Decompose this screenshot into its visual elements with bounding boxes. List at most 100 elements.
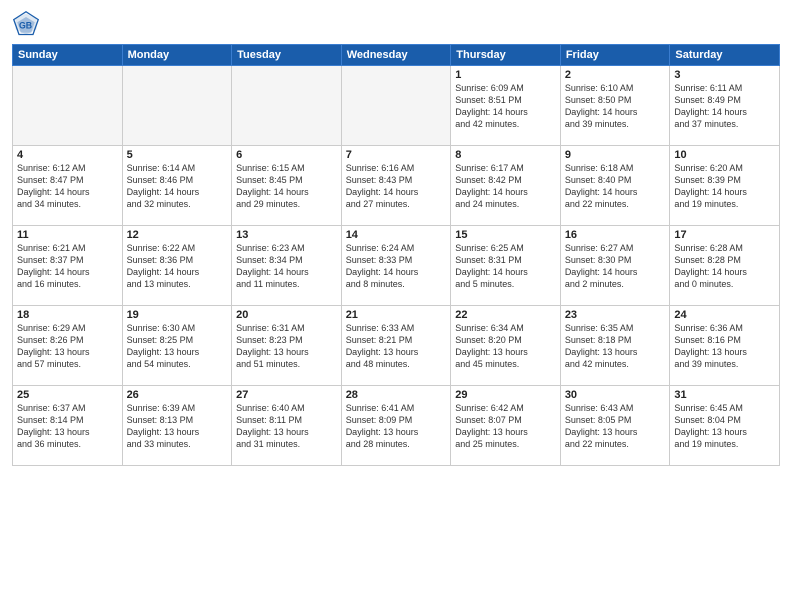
- day-number: 8: [455, 149, 556, 161]
- day-detail: Sunrise: 6:45 AM Sunset: 8:04 PM Dayligh…: [674, 402, 775, 451]
- day-number: 13: [236, 229, 337, 241]
- calendar-cell: [341, 66, 451, 146]
- day-number: 14: [346, 229, 447, 241]
- calendar-cell: 8Sunrise: 6:17 AM Sunset: 8:42 PM Daylig…: [451, 146, 561, 226]
- day-number: 15: [455, 229, 556, 241]
- day-detail: Sunrise: 6:18 AM Sunset: 8:40 PM Dayligh…: [565, 162, 666, 211]
- day-detail: Sunrise: 6:43 AM Sunset: 8:05 PM Dayligh…: [565, 402, 666, 451]
- calendar-cell: 2Sunrise: 6:10 AM Sunset: 8:50 PM Daylig…: [560, 66, 670, 146]
- calendar-cell: 16Sunrise: 6:27 AM Sunset: 8:30 PM Dayli…: [560, 226, 670, 306]
- day-detail: Sunrise: 6:31 AM Sunset: 8:23 PM Dayligh…: [236, 322, 337, 371]
- day-number: 16: [565, 229, 666, 241]
- weekday-header-sunday: Sunday: [13, 45, 123, 66]
- day-number: 17: [674, 229, 775, 241]
- day-detail: Sunrise: 6:29 AM Sunset: 8:26 PM Dayligh…: [17, 322, 118, 371]
- day-detail: Sunrise: 6:10 AM Sunset: 8:50 PM Dayligh…: [565, 82, 666, 131]
- calendar-cell: 23Sunrise: 6:35 AM Sunset: 8:18 PM Dayli…: [560, 306, 670, 386]
- calendar-cell: 30Sunrise: 6:43 AM Sunset: 8:05 PM Dayli…: [560, 386, 670, 466]
- calendar-cell: 5Sunrise: 6:14 AM Sunset: 8:46 PM Daylig…: [122, 146, 232, 226]
- calendar-cell: 29Sunrise: 6:42 AM Sunset: 8:07 PM Dayli…: [451, 386, 561, 466]
- calendar-cell: 20Sunrise: 6:31 AM Sunset: 8:23 PM Dayli…: [232, 306, 342, 386]
- calendar-cell: 4Sunrise: 6:12 AM Sunset: 8:47 PM Daylig…: [13, 146, 123, 226]
- day-number: 19: [127, 309, 228, 321]
- day-number: 1: [455, 69, 556, 81]
- calendar-cell: 10Sunrise: 6:20 AM Sunset: 8:39 PM Dayli…: [670, 146, 780, 226]
- day-detail: Sunrise: 6:21 AM Sunset: 8:37 PM Dayligh…: [17, 242, 118, 291]
- calendar-cell: 25Sunrise: 6:37 AM Sunset: 8:14 PM Dayli…: [13, 386, 123, 466]
- day-detail: Sunrise: 6:33 AM Sunset: 8:21 PM Dayligh…: [346, 322, 447, 371]
- day-detail: Sunrise: 6:24 AM Sunset: 8:33 PM Dayligh…: [346, 242, 447, 291]
- day-number: 25: [17, 389, 118, 401]
- day-number: 12: [127, 229, 228, 241]
- day-detail: Sunrise: 6:28 AM Sunset: 8:28 PM Dayligh…: [674, 242, 775, 291]
- day-detail: Sunrise: 6:23 AM Sunset: 8:34 PM Dayligh…: [236, 242, 337, 291]
- day-number: 6: [236, 149, 337, 161]
- weekday-header-tuesday: Tuesday: [232, 45, 342, 66]
- calendar-cell: 15Sunrise: 6:25 AM Sunset: 8:31 PM Dayli…: [451, 226, 561, 306]
- calendar-cell: 6Sunrise: 6:15 AM Sunset: 8:45 PM Daylig…: [232, 146, 342, 226]
- day-detail: Sunrise: 6:36 AM Sunset: 8:16 PM Dayligh…: [674, 322, 775, 371]
- day-number: 2: [565, 69, 666, 81]
- day-number: 24: [674, 309, 775, 321]
- calendar-cell: 13Sunrise: 6:23 AM Sunset: 8:34 PM Dayli…: [232, 226, 342, 306]
- calendar-cell: 3Sunrise: 6:11 AM Sunset: 8:49 PM Daylig…: [670, 66, 780, 146]
- day-number: 31: [674, 389, 775, 401]
- weekday-header-thursday: Thursday: [451, 45, 561, 66]
- day-number: 26: [127, 389, 228, 401]
- day-number: 29: [455, 389, 556, 401]
- day-detail: Sunrise: 6:30 AM Sunset: 8:25 PM Dayligh…: [127, 322, 228, 371]
- logo-icon: GB: [12, 10, 40, 38]
- calendar-cell: [13, 66, 123, 146]
- day-number: 18: [17, 309, 118, 321]
- calendar-week-3: 11Sunrise: 6:21 AM Sunset: 8:37 PM Dayli…: [13, 226, 780, 306]
- calendar-cell: 11Sunrise: 6:21 AM Sunset: 8:37 PM Dayli…: [13, 226, 123, 306]
- day-number: 20: [236, 309, 337, 321]
- calendar-cell: [122, 66, 232, 146]
- calendar-cell: 18Sunrise: 6:29 AM Sunset: 8:26 PM Dayli…: [13, 306, 123, 386]
- calendar-week-4: 18Sunrise: 6:29 AM Sunset: 8:26 PM Dayli…: [13, 306, 780, 386]
- weekday-header-friday: Friday: [560, 45, 670, 66]
- day-number: 22: [455, 309, 556, 321]
- day-detail: Sunrise: 6:16 AM Sunset: 8:43 PM Dayligh…: [346, 162, 447, 211]
- day-number: 4: [17, 149, 118, 161]
- day-number: 9: [565, 149, 666, 161]
- day-detail: Sunrise: 6:09 AM Sunset: 8:51 PM Dayligh…: [455, 82, 556, 131]
- calendar-cell: [232, 66, 342, 146]
- day-detail: Sunrise: 6:35 AM Sunset: 8:18 PM Dayligh…: [565, 322, 666, 371]
- day-detail: Sunrise: 6:11 AM Sunset: 8:49 PM Dayligh…: [674, 82, 775, 131]
- day-detail: Sunrise: 6:27 AM Sunset: 8:30 PM Dayligh…: [565, 242, 666, 291]
- calendar-cell: 17Sunrise: 6:28 AM Sunset: 8:28 PM Dayli…: [670, 226, 780, 306]
- day-detail: Sunrise: 6:39 AM Sunset: 8:13 PM Dayligh…: [127, 402, 228, 451]
- weekday-header-wednesday: Wednesday: [341, 45, 451, 66]
- calendar-week-2: 4Sunrise: 6:12 AM Sunset: 8:47 PM Daylig…: [13, 146, 780, 226]
- day-number: 27: [236, 389, 337, 401]
- calendar-cell: 21Sunrise: 6:33 AM Sunset: 8:21 PM Dayli…: [341, 306, 451, 386]
- calendar-cell: 26Sunrise: 6:39 AM Sunset: 8:13 PM Dayli…: [122, 386, 232, 466]
- calendar-cell: 28Sunrise: 6:41 AM Sunset: 8:09 PM Dayli…: [341, 386, 451, 466]
- day-detail: Sunrise: 6:20 AM Sunset: 8:39 PM Dayligh…: [674, 162, 775, 211]
- day-detail: Sunrise: 6:14 AM Sunset: 8:46 PM Dayligh…: [127, 162, 228, 211]
- calendar-cell: 14Sunrise: 6:24 AM Sunset: 8:33 PM Dayli…: [341, 226, 451, 306]
- svg-text:GB: GB: [19, 20, 32, 30]
- day-number: 28: [346, 389, 447, 401]
- header: GB: [12, 10, 780, 38]
- day-detail: Sunrise: 6:12 AM Sunset: 8:47 PM Dayligh…: [17, 162, 118, 211]
- day-number: 23: [565, 309, 666, 321]
- weekday-header-row: SundayMondayTuesdayWednesdayThursdayFrid…: [13, 45, 780, 66]
- day-number: 10: [674, 149, 775, 161]
- day-detail: Sunrise: 6:22 AM Sunset: 8:36 PM Dayligh…: [127, 242, 228, 291]
- calendar-cell: 27Sunrise: 6:40 AM Sunset: 8:11 PM Dayli…: [232, 386, 342, 466]
- calendar-cell: 31Sunrise: 6:45 AM Sunset: 8:04 PM Dayli…: [670, 386, 780, 466]
- day-detail: Sunrise: 6:40 AM Sunset: 8:11 PM Dayligh…: [236, 402, 337, 451]
- day-detail: Sunrise: 6:41 AM Sunset: 8:09 PM Dayligh…: [346, 402, 447, 451]
- day-number: 7: [346, 149, 447, 161]
- day-number: 21: [346, 309, 447, 321]
- calendar-cell: 24Sunrise: 6:36 AM Sunset: 8:16 PM Dayli…: [670, 306, 780, 386]
- day-number: 3: [674, 69, 775, 81]
- calendar-week-5: 25Sunrise: 6:37 AM Sunset: 8:14 PM Dayli…: [13, 386, 780, 466]
- day-number: 30: [565, 389, 666, 401]
- day-detail: Sunrise: 6:17 AM Sunset: 8:42 PM Dayligh…: [455, 162, 556, 211]
- calendar-cell: 12Sunrise: 6:22 AM Sunset: 8:36 PM Dayli…: [122, 226, 232, 306]
- day-detail: Sunrise: 6:25 AM Sunset: 8:31 PM Dayligh…: [455, 242, 556, 291]
- day-detail: Sunrise: 6:15 AM Sunset: 8:45 PM Dayligh…: [236, 162, 337, 211]
